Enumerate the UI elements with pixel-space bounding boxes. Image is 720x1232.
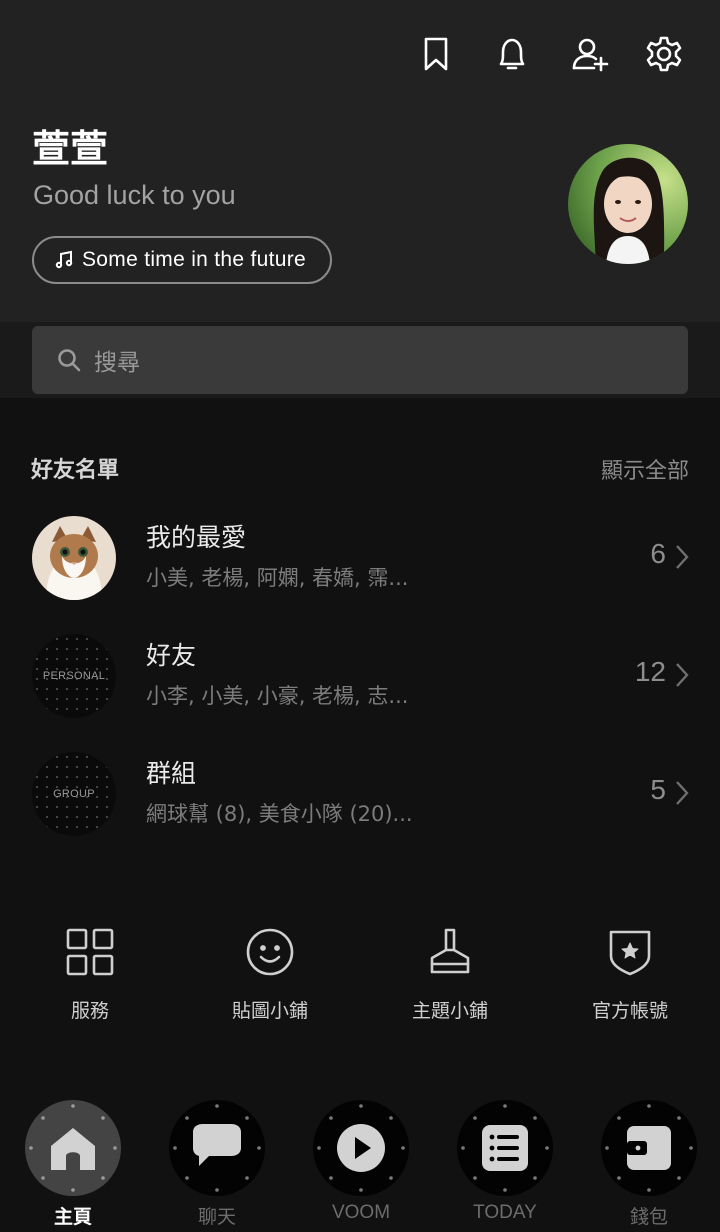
nav-wallet-button[interactable] (601, 1100, 697, 1196)
nav-chat[interactable]: 聊天 (145, 1100, 289, 1232)
friends-avatar: PERSONAL (32, 634, 116, 718)
nav-label: 聊天 (197, 1207, 236, 1228)
grid-icon (66, 928, 114, 976)
friend-group-row-friends[interactable]: PERSONAL 好友 小李, 小美, 小豪, 老楊, 志... 12 (0, 634, 720, 730)
smiley-icon (246, 928, 294, 976)
wallet-icon (627, 1126, 671, 1170)
add-friend-icon[interactable] (568, 32, 612, 76)
search-input[interactable]: 搜尋 (32, 326, 688, 394)
chevron-right-icon (674, 661, 690, 689)
nav-chat-button[interactable] (169, 1100, 265, 1196)
gear-icon[interactable] (642, 32, 686, 76)
chevron-right-icon (674, 779, 690, 807)
nav-voom[interactable]: VOOM (289, 1100, 433, 1232)
service-services[interactable]: 服務 (0, 924, 180, 1034)
favorites-avatar (32, 516, 116, 600)
friends-section-title: 好友名單 (31, 458, 120, 483)
service-label: 官方帳號 (591, 1000, 668, 1022)
show-all-link[interactable]: 顯示全部 (601, 453, 689, 485)
groups-avatar: GROUP (32, 752, 116, 836)
bookmark-icon[interactable] (414, 32, 458, 76)
search-placeholder: 搜尋 (94, 350, 140, 376)
nav-home-button[interactable] (25, 1100, 121, 1196)
profile-music-pill[interactable]: Some time in the future (32, 236, 333, 284)
news-icon (482, 1125, 528, 1171)
group-members: 網球幫 (8), 美食小隊 (20)... (146, 802, 413, 826)
friend-group-row-favorites[interactable]: 我的最愛 小美, 老楊, 阿嫻, 春嬌, 霈... 6 (0, 516, 720, 612)
brush-icon (430, 928, 470, 974)
nav-today-button[interactable] (457, 1100, 553, 1196)
service-theme-shop[interactable]: 主題小鋪 (360, 924, 540, 1034)
profile-avatar[interactable] (568, 144, 688, 264)
chevron-right-icon (674, 543, 690, 571)
group-members: 小李, 小美, 小豪, 老楊, 志... (146, 684, 409, 708)
play-icon (337, 1124, 385, 1172)
group-count: 5 (650, 774, 666, 805)
shield-star-icon (609, 930, 651, 976)
search-icon (58, 349, 81, 372)
nav-label: 主頁 (53, 1206, 92, 1228)
nav-label: TODAY (473, 1202, 537, 1223)
bell-icon[interactable] (490, 32, 534, 76)
profile-status-message[interactable]: Good luck to you (33, 180, 236, 211)
group-name: 群組 (146, 759, 197, 788)
nav-label: 錢包 (629, 1207, 668, 1228)
chat-icon (193, 1124, 241, 1166)
music-note-icon (55, 250, 73, 269)
service-official-accounts[interactable]: 官方帳號 (540, 924, 720, 1034)
personal-badge-text: PERSONAL (42, 670, 106, 682)
nav-voom-button[interactable] (313, 1100, 409, 1196)
service-label: 服務 (70, 1000, 109, 1022)
group-badge-text: GROUP (53, 788, 95, 800)
service-label: 主題小鋪 (411, 1000, 488, 1022)
profile-music-title: Some time in the future (82, 248, 307, 271)
group-count: 6 (650, 538, 666, 569)
profile-name[interactable]: 萱萱 (32, 118, 108, 173)
friend-group-row-groups[interactable]: GROUP 群組 網球幫 (8), 美食小隊 (20)... 5 (0, 752, 720, 848)
group-name: 我的最愛 (146, 523, 247, 552)
nav-today[interactable]: TODAY (433, 1100, 577, 1232)
group-members: 小美, 老楊, 阿嫻, 春嬌, 霈... (146, 566, 409, 590)
group-name: 好友 (146, 641, 197, 670)
nav-wallet[interactable]: 錢包 (577, 1100, 720, 1232)
service-label: 貼圖小鋪 (231, 1000, 308, 1022)
service-sticker-shop[interactable]: 貼圖小鋪 (180, 924, 360, 1034)
group-count: 12 (634, 656, 666, 687)
nav-label: VOOM (331, 1202, 391, 1223)
home-icon (51, 1128, 95, 1170)
nav-home[interactable]: 主頁 (1, 1100, 145, 1232)
